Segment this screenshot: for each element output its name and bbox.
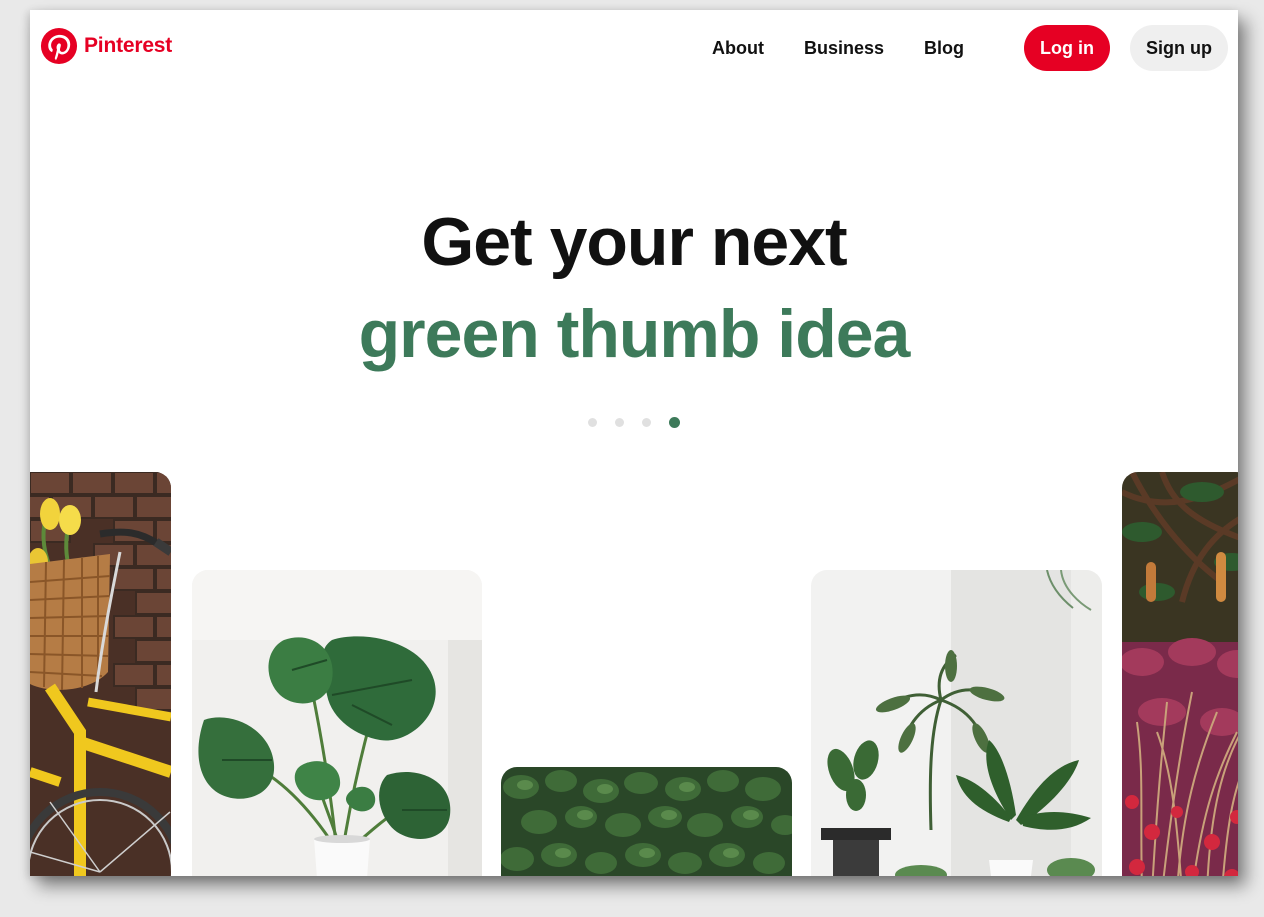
pinterest-logo-link[interactable]: Pinterest (40, 26, 172, 66)
monstera-plant-image[interactable] (192, 570, 482, 876)
hero-title-line1: Get your next (421, 204, 847, 280)
red-grass-garden-image[interactable] (1122, 472, 1238, 876)
nav-business-link[interactable]: Business (804, 38, 884, 59)
hero-heading: Get your next green thumb idea (30, 200, 1238, 376)
carousel-dot-1[interactable] (588, 418, 597, 427)
carousel-dot-3[interactable] (642, 418, 651, 427)
nav-blog-link[interactable]: Blog (924, 38, 964, 59)
pinterest-p-logo-icon (40, 27, 78, 65)
brand-name: Pinterest (84, 34, 173, 57)
carousel-dot-2[interactable] (615, 418, 624, 427)
login-button[interactable]: Log in (1024, 25, 1110, 71)
yellow-bicycle-basket-image[interactable] (30, 472, 171, 876)
carousel-dot-4-active[interactable] (669, 417, 680, 428)
signup-button[interactable]: Sign up (1130, 25, 1228, 71)
browser-page: Pinterest About Business Blog Log in Sig… (30, 10, 1238, 876)
carousel-dots (30, 417, 1238, 428)
nav-about-link[interactable]: About (712, 38, 764, 59)
indoor-plants-room-image[interactable] (811, 570, 1102, 876)
hero-title-line2: green thumb idea (358, 296, 911, 372)
top-nav: About Business Blog Log in Sign up (712, 25, 1228, 71)
leafy-hedge-image[interactable] (501, 767, 792, 876)
